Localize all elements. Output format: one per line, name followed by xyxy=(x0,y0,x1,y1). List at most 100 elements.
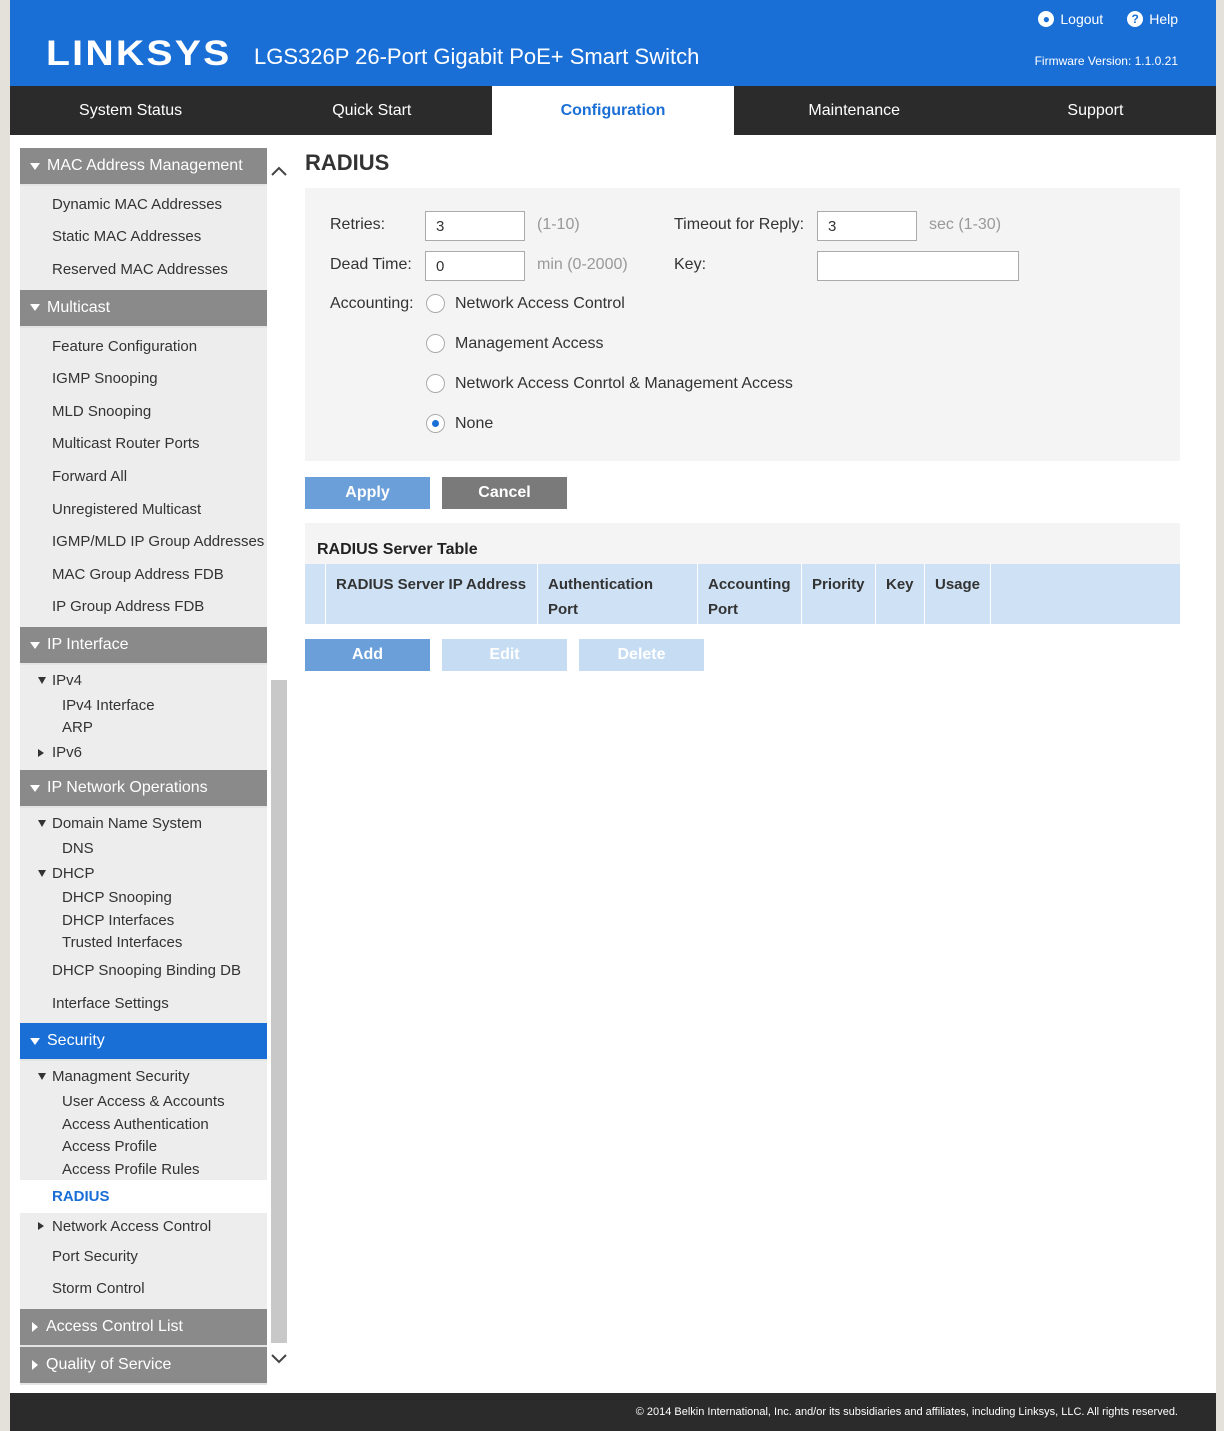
sidebar-item-mac-group-fdb[interactable]: MAC Group Address FDB xyxy=(20,558,267,591)
sidebar-item-ipv4-interface[interactable]: IPv4 Interface xyxy=(20,694,267,717)
sidebar-section-qos[interactable]: Quality of Service xyxy=(20,1347,267,1386)
sidebar-group-ip-interface: IPv4 IPv4 Interface ARP IPv6 xyxy=(20,665,267,771)
sidebar-item-ipv4[interactable]: IPv4 xyxy=(20,667,267,694)
sidebar-section-label: MAC Address Management xyxy=(47,157,243,174)
timeout-input[interactable] xyxy=(817,211,917,241)
radio-button-selected[interactable] xyxy=(426,414,445,433)
sidebar-scrollbar[interactable] xyxy=(271,680,287,1343)
sidebar-item-radius[interactable]: RADIUS xyxy=(20,1180,267,1213)
table-header-auth-port: Authentication Port xyxy=(538,564,698,624)
sidebar-item-mrouter-ports[interactable]: Multicast Router Ports xyxy=(20,428,267,461)
sidebar-item-dhcp-snooping[interactable]: DHCP Snooping xyxy=(20,887,267,910)
radio-label: Network Access Conrtol & Management Acce… xyxy=(455,374,793,392)
product-title: LGS326P 26-Port Gigabit PoE+ Smart Switc… xyxy=(254,44,700,69)
sidebar-item-dns[interactable]: DNS xyxy=(20,837,267,860)
table-header-priority: Priority xyxy=(802,564,876,624)
edit-button[interactable]: Edit xyxy=(442,639,567,671)
sidebar-item-dns-parent[interactable]: Domain Name System xyxy=(20,810,267,837)
tab-system-status[interactable]: System Status xyxy=(10,86,251,135)
sidebar-item-dhcp[interactable]: DHCP xyxy=(20,860,267,887)
sidebar-section-acl[interactable]: Access Control List xyxy=(20,1309,267,1348)
radio-label: Management Access xyxy=(455,334,604,352)
radius-server-table: RADIUS Server Table RADIUS Server IP Add… xyxy=(305,523,1180,624)
delete-button[interactable]: Delete xyxy=(579,639,704,671)
key-input[interactable] xyxy=(817,251,1019,281)
radio-none[interactable]: None xyxy=(426,414,493,433)
accounting-label: Accounting: xyxy=(330,295,414,312)
sidebar-item-dhcp-binding-db[interactable]: DHCP Snooping Binding DB xyxy=(20,954,267,987)
sidebar-item-nac[interactable]: Network Access Control xyxy=(20,1213,267,1240)
sidebar-item-port-security[interactable]: Port Security xyxy=(20,1240,267,1273)
sidebar-item-ip-group-fdb[interactable]: IP Group Address FDB xyxy=(20,591,267,624)
sidebar-item-user-access[interactable]: User Access & Accounts xyxy=(20,1090,267,1113)
lock-icon: ● xyxy=(1038,11,1055,27)
scroll-up-icon[interactable] xyxy=(269,160,289,182)
sidebar-item-label: IPv6 xyxy=(52,744,83,762)
radio-nac-and-management[interactable]: Network Access Conrtol & Management Acce… xyxy=(426,374,793,393)
radio-button[interactable] xyxy=(426,334,445,353)
help-icon: ? xyxy=(1127,11,1144,27)
sidebar-item-access-profile-rules[interactable]: Access Profile Rules xyxy=(20,1158,267,1181)
radio-management-access[interactable]: Management Access xyxy=(426,334,604,353)
help-link[interactable]: ? Help xyxy=(1127,11,1178,27)
page-border-right xyxy=(1216,0,1224,1431)
logout-label: Logout xyxy=(1060,11,1104,27)
deadtime-input[interactable] xyxy=(425,251,525,281)
sidebar-item-label: DHCP xyxy=(52,864,95,882)
collapse-icon xyxy=(38,748,44,757)
sidebar-item-igmp-mld-groups[interactable]: IGMP/MLD IP Group Addresses xyxy=(20,525,267,558)
sidebar-item-forward-all[interactable]: Forward All xyxy=(20,460,267,493)
apply-button[interactable]: Apply xyxy=(305,477,430,509)
header: LINKSYS LGS326P 26-Port Gigabit PoE+ Sma… xyxy=(10,0,1216,86)
sidebar-section-mac[interactable]: MAC Address Management xyxy=(20,148,267,186)
sidebar-item-label: IPv4 xyxy=(52,672,83,690)
radio-button[interactable] xyxy=(426,374,445,393)
table-header-usage: Usage xyxy=(925,564,991,624)
sidebar-section-ip-network[interactable]: IP Network Operations xyxy=(20,770,267,809)
sidebar-item-mgmt-security[interactable]: Managment Security xyxy=(20,1063,267,1090)
sidebar-item-trusted-interfaces[interactable]: Trusted Interfaces xyxy=(20,932,267,955)
footer: © 2014 Belkin International, Inc. and/or… xyxy=(10,1393,1216,1431)
sidebar-item-interface-settings[interactable]: Interface Settings xyxy=(20,987,267,1020)
logout-link[interactable]: ● Logout xyxy=(1038,11,1103,27)
sidebar-item-access-profile[interactable]: Access Profile xyxy=(20,1135,267,1158)
sidebar-section-label: IP Interface xyxy=(47,636,129,654)
sidebar-item-arp[interactable]: ARP xyxy=(20,717,267,740)
add-button[interactable]: Add xyxy=(305,639,430,671)
collapse-icon xyxy=(32,1322,38,1333)
sidebar-item-storm-control[interactable]: Storm Control xyxy=(20,1273,267,1306)
sidebar-section-security[interactable]: Security xyxy=(20,1023,267,1062)
sidebar-item-label: Network Access Control xyxy=(52,1217,212,1235)
expand-icon xyxy=(30,304,40,312)
retries-input[interactable] xyxy=(425,211,525,241)
sidebar-section-multicast[interactable]: Multicast xyxy=(20,289,267,328)
sidebar-item-static-mac[interactable]: Static MAC Addresses xyxy=(20,221,267,254)
retries-hint: (1-10) xyxy=(537,216,580,233)
radius-settings-form: Retries: (1-10) Timeout for Reply: sec (… xyxy=(305,188,1180,461)
key-label: Key: xyxy=(674,256,707,273)
sidebar-item-ipv6[interactable]: IPv6 xyxy=(20,739,267,766)
sidebar-item-dynamic-mac[interactable]: Dynamic MAC Addresses xyxy=(20,188,267,221)
sidebar-group-ip-network: Domain Name System DNS DHCP DHCP Snoopin… xyxy=(20,808,267,1024)
expand-icon xyxy=(30,162,40,170)
radio-network-access-control[interactable]: Network Access Control xyxy=(426,294,625,313)
tab-configuration[interactable]: Configuration xyxy=(492,86,734,135)
tab-quick-start[interactable]: Quick Start xyxy=(251,86,492,135)
expand-icon xyxy=(30,1037,40,1045)
tab-support[interactable]: Support xyxy=(975,86,1216,135)
sidebar-item-label: Domain Name System xyxy=(52,815,203,833)
sidebar-item-mld-snooping[interactable]: MLD Snooping xyxy=(20,395,267,428)
top-links: ● Logout ? Help xyxy=(1038,11,1178,27)
sidebar-section-ip-interface[interactable]: IP Interface xyxy=(20,627,267,666)
scroll-down-icon[interactable] xyxy=(269,1348,289,1370)
sidebar-item-dhcp-interfaces[interactable]: DHCP Interfaces xyxy=(20,909,267,932)
sidebar-item-feature-config[interactable]: Feature Configuration xyxy=(20,330,267,363)
sidebar-item-unregistered-multicast[interactable]: Unregistered Multicast xyxy=(20,493,267,526)
retries-label: Retries: xyxy=(330,216,386,233)
sidebar-item-igmp-snooping[interactable]: IGMP Snooping xyxy=(20,362,267,395)
tab-maintenance[interactable]: Maintenance xyxy=(734,86,975,135)
cancel-button[interactable]: Cancel xyxy=(442,477,567,509)
sidebar-item-reserved-mac[interactable]: Reserved MAC Addresses xyxy=(20,253,267,286)
radio-button[interactable] xyxy=(426,294,445,313)
sidebar-item-access-auth[interactable]: Access Authentication xyxy=(20,1113,267,1136)
